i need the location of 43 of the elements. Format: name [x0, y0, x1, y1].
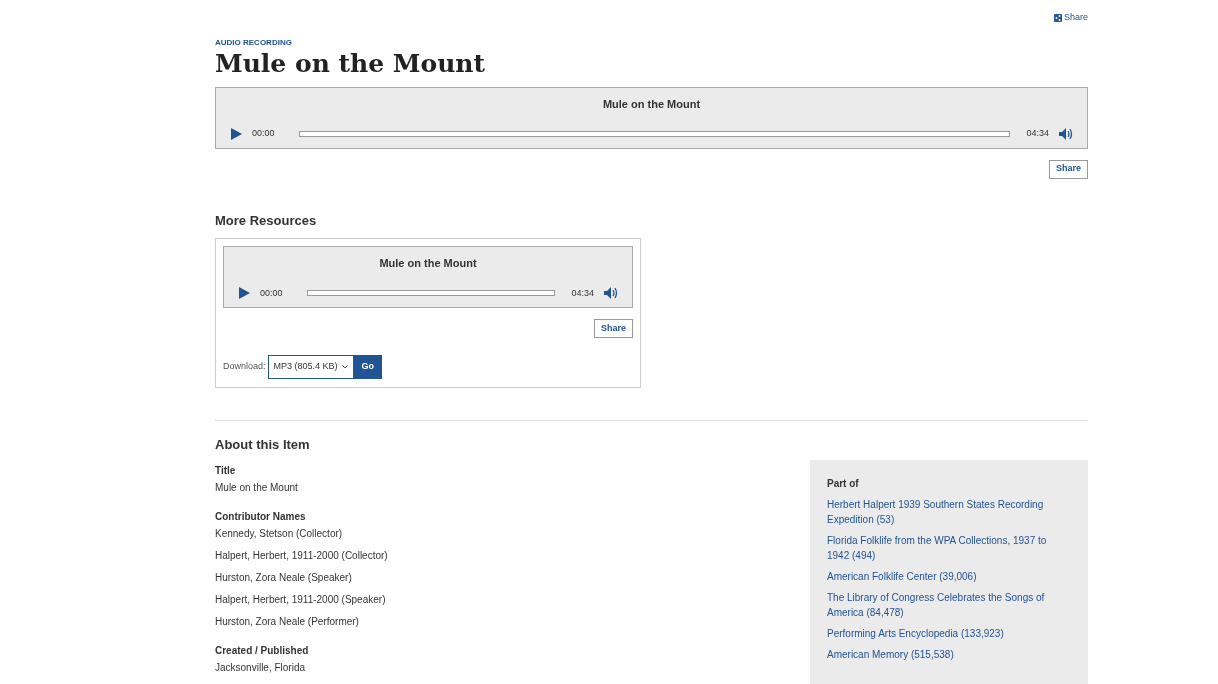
- share-icon: [1053, 13, 1062, 22]
- audio-player[interactable]: Mule on the Mount 00:00 04:34: [223, 246, 633, 308]
- play-icon[interactable]: [230, 127, 242, 140]
- field-label: Contributor Names: [215, 509, 307, 524]
- page-title: Mule on the Mount: [215, 48, 487, 79]
- section-heading: About this Item: [215, 436, 311, 454]
- play-icon[interactable]: [238, 287, 250, 300]
- field-value: Kennedy, Stetson (Collector): [215, 526, 344, 541]
- field-value: Hurston, Zora Neale (Speaker): [215, 570, 353, 585]
- collection-link[interactable]: American Memory (515,538): [827, 647, 1071, 662]
- category-label: AUDIO RECORDING: [215, 36, 293, 49]
- elapsed-time: 00:00: [260, 286, 283, 300]
- collection-link[interactable]: Florida Folklife from the WPA Collections, 1937 to 1942 (494): [827, 533, 1071, 563]
- audio-player[interactable]: Mule on the Mount 00:00 04:34: [215, 86, 1088, 149]
- section-heading: More Resources: [215, 211, 318, 230]
- collection-link[interactable]: Performing Arts Encyclopedia (133,923): [827, 626, 1071, 641]
- download-label: Download:: [223, 360, 266, 374]
- player-title: Mule on the Mount: [601, 96, 702, 112]
- field-value: Mule on the Mount: [215, 480, 299, 495]
- go-button[interactable]: Go: [353, 355, 383, 379]
- panel-heading: Part of: [827, 477, 860, 491]
- collection-link[interactable]: American Folklife Center (39,006): [827, 569, 1071, 584]
- field-value: Jacksonville, Florida: [215, 660, 307, 675]
- format-select[interactable]: MP3 (805.4 KB): [267, 355, 354, 379]
- volume-icon[interactable]: [604, 287, 618, 300]
- field-value: Hurston, Zora Neale (Performer): [215, 614, 360, 629]
- field-value: Halpert, Herbert, 1911-2000 (Collector): [215, 548, 388, 563]
- share-link[interactable]: Share: [1053, 11, 1088, 25]
- player-title: Mule on the Mount: [378, 256, 478, 271]
- collection-link[interactable]: Herbert Halpert 1939 Southern States Recording Expedition (53): [827, 497, 1071, 527]
- duration-time: 04:34: [571, 286, 594, 300]
- share-button[interactable]: Share: [594, 319, 633, 338]
- progress-track[interactable]: [298, 130, 1011, 137]
- share-button[interactable]: Share: [1049, 159, 1088, 179]
- field-label: Created / Published: [215, 643, 310, 658]
- elapsed-time: 00:00: [252, 127, 275, 140]
- field-value: Halpert, Herbert, 1911-2000 (Speaker): [215, 592, 387, 607]
- chevron-icon: [341, 365, 348, 369]
- collection-link[interactable]: The Library of Congress Celebrates the Songs of America (84,478): [827, 590, 1071, 620]
- duration-time: 04:34: [1026, 127, 1049, 140]
- field-label: Title: [215, 463, 237, 478]
- progress-track[interactable]: [306, 290, 556, 297]
- volume-icon[interactable]: [1059, 127, 1073, 140]
